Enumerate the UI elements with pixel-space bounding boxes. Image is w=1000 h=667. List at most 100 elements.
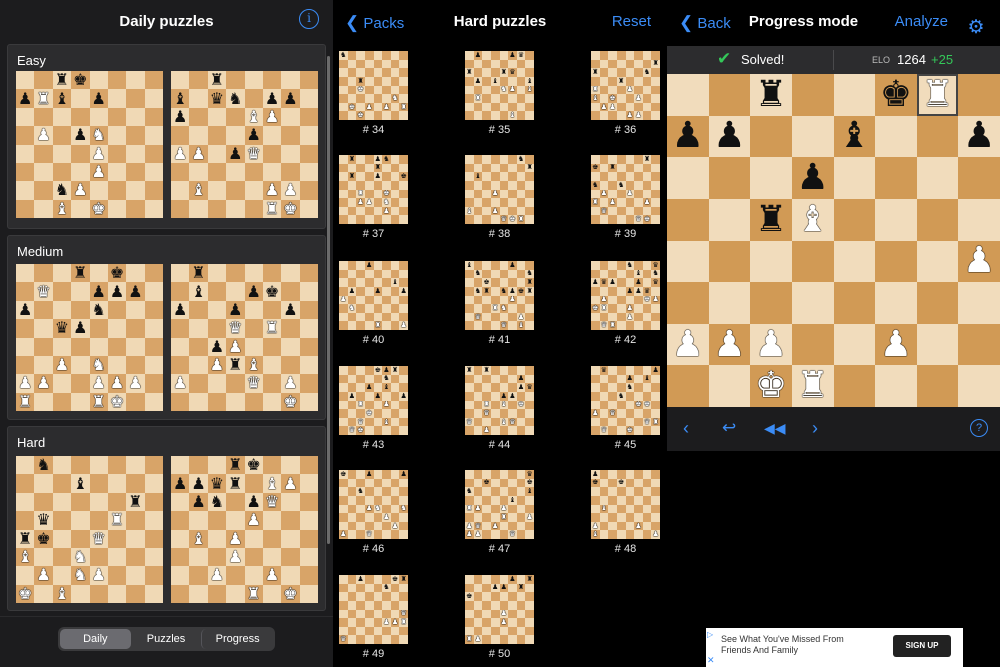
board-square[interactable]: ♝ <box>52 89 72 108</box>
board-square[interactable] <box>226 107 245 127</box>
board-square[interactable]: ♜ <box>651 417 660 427</box>
board-square[interactable] <box>382 426 391 435</box>
board-square[interactable]: ♚ <box>347 102 357 112</box>
board-square[interactable] <box>516 366 526 375</box>
board-square[interactable] <box>126 547 145 567</box>
board-square[interactable] <box>525 600 534 610</box>
board-square[interactable] <box>516 575 526 584</box>
board-square[interactable] <box>356 470 365 479</box>
black-king-piece[interactable]: ♚ <box>527 479 533 486</box>
black-bishop-piece[interactable]: ♝ <box>173 90 187 107</box>
board-square[interactable] <box>599 59 609 69</box>
board-square[interactable]: ♝ <box>244 107 263 127</box>
board-square[interactable] <box>490 215 500 224</box>
white-queen-piece[interactable]: ♛ <box>228 320 242 336</box>
white-knight-piece[interactable]: ♞ <box>92 357 106 373</box>
board-square[interactable] <box>373 304 383 313</box>
white-pawn-piece[interactable]: ♟ <box>92 375 106 391</box>
board-square[interactable]: ♟ <box>382 618 391 627</box>
board-square[interactable] <box>833 198 876 241</box>
board-square[interactable] <box>364 85 374 95</box>
board-square[interactable]: ♝ <box>382 383 391 392</box>
board-square[interactable] <box>599 417 609 427</box>
board-square[interactable] <box>465 189 474 199</box>
board-square[interactable]: ♚ <box>364 409 374 418</box>
board-square[interactable]: ♚ <box>356 85 365 95</box>
board-square[interactable] <box>189 199 208 218</box>
board-square[interactable]: ♚ <box>508 215 517 224</box>
board-square[interactable] <box>356 495 365 505</box>
board-square[interactable]: ♟ <box>499 504 509 514</box>
white-pawn-piece[interactable]: ♟ <box>755 326 787 363</box>
board-square[interactable] <box>608 495 617 505</box>
white-bishop-piece[interactable]: ♝ <box>55 200 69 217</box>
black-knight-piece[interactable]: ♞ <box>501 287 507 295</box>
board-square[interactable] <box>516 478 526 488</box>
board-square[interactable] <box>508 374 517 384</box>
daily-board-hard-2[interactable]: ♜ ♚ ♟ ♟ ♛ ♜ ♝ ♟ ♟ ♞ ♟ ♛ ♟ ♝ ♟ ♟ ♟ ♟ ♜ ♚ <box>171 456 318 603</box>
board-square[interactable]: ♟ <box>364 470 374 479</box>
board-square[interactable] <box>364 76 374 86</box>
board-square[interactable] <box>244 181 263 200</box>
board-square[interactable] <box>382 261 391 270</box>
board-square[interactable] <box>207 107 227 127</box>
board-square[interactable] <box>499 495 509 505</box>
board-square[interactable] <box>616 383 626 392</box>
board-square[interactable] <box>364 626 374 636</box>
board-square[interactable] <box>634 530 643 539</box>
board-square[interactable]: ♞ <box>382 583 391 593</box>
board-square[interactable] <box>207 126 227 145</box>
white-pawn-piece[interactable]: ♟ <box>483 427 489 434</box>
board-square[interactable] <box>244 264 263 283</box>
board-square[interactable] <box>473 417 483 427</box>
board-square[interactable] <box>390 409 400 418</box>
board-square[interactable] <box>499 180 509 190</box>
board-square[interactable]: ♟ <box>499 583 509 593</box>
board-square[interactable] <box>916 115 959 158</box>
board-square[interactable]: ♚ <box>642 295 652 305</box>
white-pawn-piece[interactable]: ♟ <box>55 357 69 373</box>
board-square[interactable] <box>642 102 652 112</box>
board-square[interactable] <box>490 478 500 488</box>
white-pawn-piece[interactable]: ♟ <box>92 145 106 162</box>
board-square[interactable] <box>473 59 483 69</box>
board-square[interactable] <box>126 529 145 548</box>
board-square[interactable]: ♟ <box>508 51 517 60</box>
board-square[interactable]: ♟ <box>591 470 600 479</box>
board-square[interactable] <box>71 511 90 530</box>
board-square[interactable] <box>126 199 145 218</box>
board-square[interactable] <box>625 172 635 181</box>
board-square[interactable] <box>642 189 652 199</box>
board-square[interactable] <box>508 102 517 112</box>
black-bishop-piece[interactable]: ♝ <box>466 261 472 269</box>
board-square[interactable] <box>171 264 190 283</box>
board-square[interactable] <box>364 189 374 199</box>
board-square[interactable] <box>299 282 318 301</box>
board-square[interactable] <box>34 547 53 567</box>
board-square[interactable]: ♟ <box>339 530 348 539</box>
board-square[interactable] <box>499 94 509 103</box>
board-square[interactable] <box>71 144 90 163</box>
puzzle-board[interactable]: ♛ ♚ ♚ ♞ ♝ ♝ ♜ ♟ ♟ ♜ ♟ ♟ ♛ ♟ ♟ ♟ ♛ <box>465 470 534 539</box>
board-square[interactable] <box>52 282 72 301</box>
white-queen-piece[interactable]: ♛ <box>509 418 515 426</box>
white-pawn-piece[interactable]: ♟ <box>18 375 32 391</box>
board-square[interactable] <box>465 278 474 287</box>
board-square[interactable] <box>373 495 383 505</box>
black-pawn-piece[interactable]: ♟ <box>375 173 381 180</box>
board-square[interactable] <box>599 487 609 496</box>
board-square[interactable] <box>52 374 72 393</box>
board-square[interactable] <box>625 180 635 190</box>
board-square[interactable] <box>189 456 208 475</box>
white-pawn-piece[interactable]: ♟ <box>501 618 507 626</box>
board-square[interactable] <box>382 626 391 636</box>
board-square[interactable] <box>625 495 635 505</box>
board-square[interactable] <box>490 102 500 112</box>
board-square[interactable] <box>171 392 190 411</box>
board-square[interactable] <box>608 189 617 199</box>
board-square[interactable] <box>508 163 517 173</box>
board-square[interactable] <box>34 71 53 90</box>
board-square[interactable] <box>482 172 491 181</box>
black-queen-piece[interactable]: ♛ <box>55 320 69 336</box>
board-square[interactable] <box>347 76 357 86</box>
